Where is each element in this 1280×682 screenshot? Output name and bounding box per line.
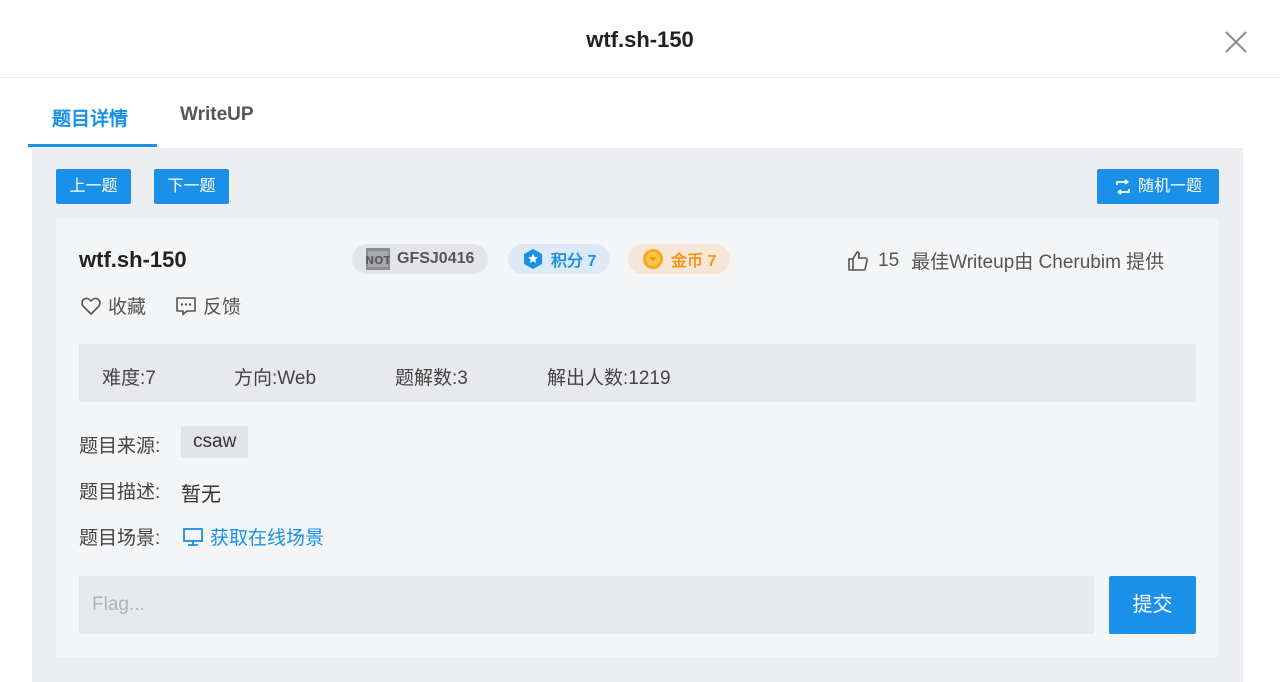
score-badge: 积分 7 (508, 244, 611, 274)
stat-value: 3 (457, 368, 468, 389)
challenge-id: GFSJ0416 (397, 250, 475, 267)
coin-badge: 金币 7 (628, 244, 731, 274)
stat-label: 题解数: (395, 368, 458, 389)
stat-value: Web (277, 368, 317, 389)
challenge-id-badge: NOT GFSJ0416 (352, 244, 489, 274)
coin-icon (642, 248, 664, 270)
stats-bar: 难度:7 方向:Web 题解数:3 解出人数:1219 (79, 344, 1196, 402)
favorite-label: 收藏 (108, 297, 147, 318)
close-icon[interactable] (1222, 28, 1250, 56)
feedback-button[interactable]: 反馈 (175, 292, 241, 319)
flag-input[interactable] (79, 576, 1094, 634)
stat-direction: 方向:Web (234, 363, 316, 390)
feedback-label: 反馈 (203, 297, 242, 318)
source-label: 题目来源: (79, 436, 161, 457)
stat-value: 1219 (628, 368, 671, 389)
svg-text:NOT: NOT (366, 254, 390, 267)
like-area: 15 最佳Writeup由 Cherubim 提供 (846, 247, 1164, 274)
stat-label: 难度: (102, 368, 146, 389)
tab-details[interactable]: 题目详情 (52, 104, 128, 131)
next-challenge-button[interactable]: 下一题 (154, 169, 229, 204)
stat-difficulty: 难度:7 (102, 363, 156, 390)
prev-challenge-button[interactable]: 上一题 (56, 169, 131, 204)
description-label: 题目描述: (79, 482, 161, 503)
description-value: 暂无 (181, 484, 221, 506)
shuffle-icon (1114, 178, 1132, 196)
scene-label: 题目场景: (79, 528, 161, 549)
stat-label: 方向: (234, 368, 278, 389)
star-badge-icon (522, 248, 544, 270)
get-scene-link[interactable]: 获取在线场景 (182, 523, 324, 550)
heart-icon (80, 295, 102, 317)
source-tag: csaw (181, 426, 249, 458)
message-icon (175, 295, 197, 317)
monitor-icon (182, 526, 204, 548)
tab-writeup[interactable]: WriteUP (180, 104, 254, 126)
tab-bar: 题目详情 WriteUP (28, 92, 1243, 148)
stat-solvers: 解出人数:1219 (547, 363, 671, 390)
avatar: NOT (366, 248, 390, 270)
stat-value: 7 (145, 368, 156, 389)
submit-button[interactable]: 提交 (1109, 576, 1196, 634)
coin-label: 金币 7 (671, 253, 717, 270)
like-count: 15 (878, 249, 900, 271)
modal-header: wtf.sh-150 (0, 0, 1280, 78)
favorite-button[interactable]: 收藏 (80, 292, 146, 319)
get-scene-label: 获取在线场景 (210, 528, 325, 549)
active-tab-indicator (28, 144, 157, 147)
modal-title: wtf.sh-150 (586, 27, 694, 52)
random-challenge-label: 随机一题 (1137, 178, 1202, 195)
random-challenge-button[interactable]: 随机一题 (1097, 169, 1219, 204)
stat-label: 解出人数: (547, 368, 629, 389)
thumbs-up-icon[interactable] (846, 249, 870, 273)
stat-solutions: 题解数:3 (395, 363, 468, 390)
best-writeup-text: 最佳Writeup由 Cherubim 提供 (911, 252, 1165, 273)
score-label: 积分 7 (551, 253, 597, 270)
challenge-name: wtf.sh-150 (79, 247, 187, 272)
